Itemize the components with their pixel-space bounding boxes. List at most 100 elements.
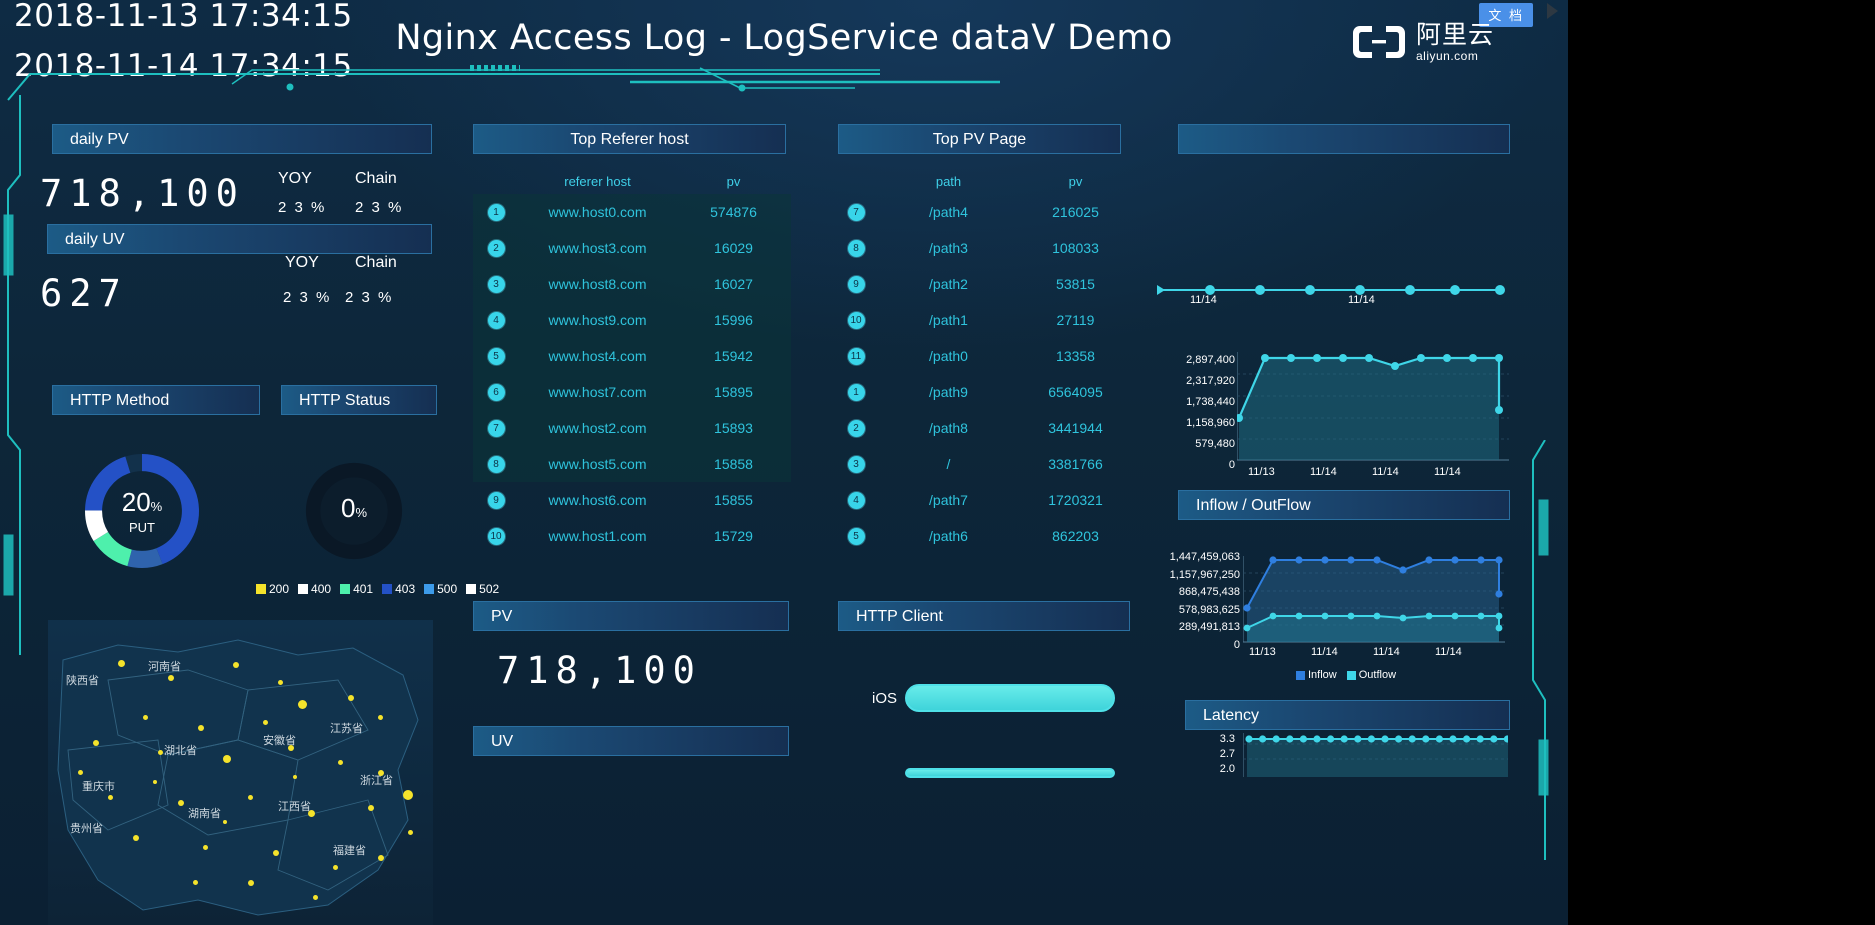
map-dot [178, 800, 184, 806]
sparkline-x-right: 11/14 [1348, 294, 1375, 306]
rank-badge: 6 [473, 383, 519, 401]
http-method-sub: PUT [129, 520, 155, 535]
pv-chain-label: Chain [355, 170, 397, 187]
table-row[interactable]: 1 www.host0.com 574876 [473, 194, 791, 230]
table-row[interactable]: 3 www.host8.com 16027 [473, 266, 791, 302]
x-tick-label: 11/14 [1372, 466, 1399, 478]
row-value: 15858 [714, 456, 753, 472]
panel-header-top-referer: Top Referer host [473, 124, 786, 154]
row-value: 16027 [714, 276, 753, 292]
map-dot [223, 755, 231, 763]
y-tick-label: 1,158,960 [1186, 417, 1235, 429]
map-label: 福建省 [333, 845, 366, 857]
table-row[interactable]: 6 www.host7.com 15895 [473, 374, 791, 410]
table-row[interactable]: 5 www.host4.com 15942 [473, 338, 791, 374]
table-row[interactable]: 4/path7 1720321 [833, 482, 1133, 518]
table-header: path pv [833, 168, 1133, 194]
map-dot [378, 715, 383, 720]
http-method-donut[interactable]: 20% PUT [78, 447, 206, 575]
table-row[interactable]: 11/path0 13358 [833, 338, 1133, 374]
row-value: 16029 [714, 240, 753, 256]
logo-text-en: aliyun.com [1415, 49, 1479, 63]
row-value: 216025 [1052, 204, 1099, 220]
row-value: 53815 [1056, 276, 1095, 292]
table-row[interactable]: 10 www.host1.com 15729 [473, 518, 791, 554]
map-label: 贵州省 [70, 823, 103, 835]
inflow-outflow-chart [1243, 556, 1505, 643]
table-row[interactable]: 2 www.host3.com 16029 [473, 230, 791, 266]
uv-chain-label: Chain [355, 254, 397, 271]
map-label: 湖北省 [164, 745, 197, 757]
y-tick-label: 578,983,625 [1178, 603, 1240, 616]
table-row[interactable]: 3 / 3381766 [833, 446, 1133, 482]
table-row[interactable]: 7/path4 216025 [833, 194, 1133, 230]
table-row[interactable]: 7 www.host2.com 15893 [473, 410, 791, 446]
row-name: www.host8.com [548, 276, 647, 292]
map-dot [93, 740, 99, 746]
row-value: 27119 [1056, 312, 1095, 328]
http-status-donut[interactable]: 0% [300, 457, 408, 565]
row-value: 15942 [714, 348, 753, 364]
row-name: /path3 [929, 240, 968, 256]
rank-badge: 2 [473, 239, 519, 257]
table-row[interactable]: 9/path2 53815 [833, 266, 1133, 302]
y-tick-label: 3.3 [1219, 733, 1235, 745]
row-value: 108033 [1052, 240, 1099, 256]
table-row[interactable]: 2/path8 3441944 [833, 410, 1133, 446]
top-pv-page-table[interactable]: path pv 7/path4 216025 8/path3 108033 9/path2 5… [833, 168, 1133, 554]
map-dot [378, 855, 384, 861]
map-dot [248, 880, 254, 886]
x-tick-label: 11/14 [1434, 466, 1461, 478]
table-row[interactable]: 10/path1 27119 [833, 302, 1133, 338]
table-row[interactable]: 8/path3 108033 [833, 230, 1133, 266]
top-referer-table[interactable]: referer host pv 1 www.host0.com 574876 2 www.h… [473, 168, 791, 554]
row-name: www.host0.com [548, 204, 647, 220]
legend-item: 200 [256, 582, 289, 596]
map-dot [408, 830, 413, 835]
rank-badge: 10 [473, 527, 519, 545]
y-tick-label: 868,475,438 [1178, 586, 1240, 598]
rank-badge: 2 [833, 419, 879, 437]
map-label: 湖南省 [188, 808, 221, 820]
legend-item: Outflow [1346, 669, 1396, 681]
row-name: www.host1.com [548, 528, 647, 544]
map-dot [118, 660, 125, 667]
row-name: www.host4.com [548, 348, 647, 364]
map-dot [368, 805, 374, 811]
map-dot [168, 675, 174, 681]
panel-header-right-top [1178, 124, 1510, 154]
rank-badge: 7 [833, 203, 879, 221]
map-dot [108, 795, 113, 800]
aliyun-logo: 阿里云 aliyun.com [1351, 22, 1494, 62]
y-tick-label: 1,157,967,250 [1169, 568, 1240, 581]
pv-value: 718,100 [497, 649, 702, 692]
map-dot [293, 775, 297, 779]
left-edge-decoration [3, 95, 21, 655]
table-row[interactable]: 9 www.host6.com 15855 [473, 482, 791, 518]
rank-badge: 7 [473, 419, 519, 437]
table-row[interactable]: 4 www.host9.com 15996 [473, 302, 791, 338]
x-tick-label: 11/14 [1310, 466, 1337, 478]
row-value: 6564095 [1048, 384, 1103, 400]
map-label: 河南省 [148, 661, 181, 673]
row-value: 15893 [714, 420, 753, 436]
table-row[interactable]: 1/path9 6564095 [833, 374, 1133, 410]
row-value: 862203 [1052, 528, 1099, 544]
panel-header-http-method: HTTP Method [52, 385, 260, 415]
china-map[interactable]: 陕西省 河南省 安徽省 江苏省 湖北省 重庆市 湖南省 江西省 浙江省 福建省 … [48, 620, 433, 925]
collapse-arrow-icon[interactable] [1547, 3, 1558, 19]
panel-header-pv: PV [473, 601, 789, 631]
legend-item: 400 [298, 582, 331, 596]
map-dot [158, 750, 163, 755]
row-value: 3381766 [1048, 456, 1103, 472]
row-name: www.host6.com [548, 492, 647, 508]
rank-badge: 11 [833, 347, 879, 365]
uv-chain-value: 2 3 % [345, 289, 394, 306]
table-row[interactable]: 8 www.host5.com 15858 [473, 446, 791, 482]
row-value: 15729 [714, 528, 753, 544]
table-row[interactable]: 5/path6 862203 [833, 518, 1133, 554]
legend-item: 502 [466, 582, 499, 596]
panel-header-top-pv-page: Top PV Page [838, 124, 1121, 154]
map-dot [278, 680, 283, 685]
map-dot [403, 790, 413, 800]
